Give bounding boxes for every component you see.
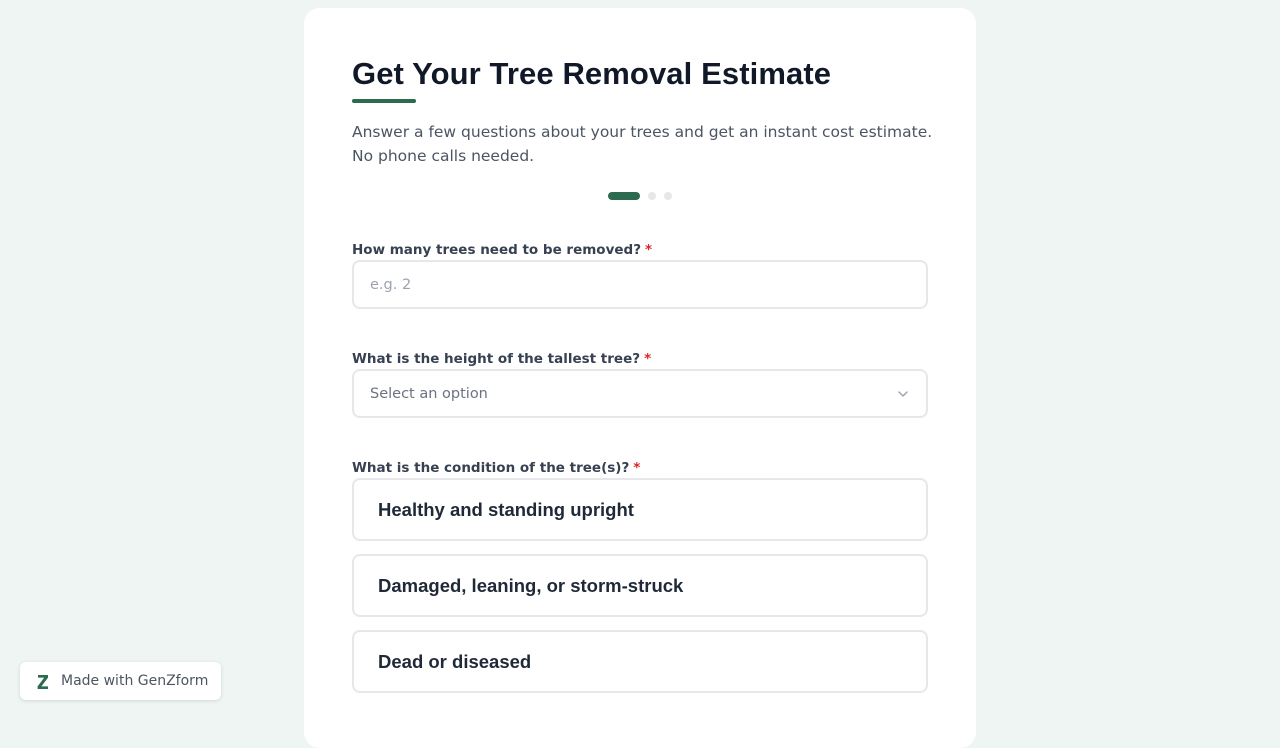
condition-option-damaged[interactable]: Damaged, leaning, or storm-struck <box>352 554 928 617</box>
condition-option-dead[interactable]: Dead or diseased <box>352 630 928 693</box>
trees-count-label-text: How many trees need to be removed? <box>352 242 642 258</box>
form-subtitle: Answer a few questions about your trees … <box>352 123 933 165</box>
made-with-genzform-badge[interactable]: Made with GenZform <box>20 662 221 700</box>
required-asterisk: * <box>645 242 653 258</box>
title-underline <box>352 99 416 103</box>
trees-count-label: How many trees need to be removed? * <box>352 240 652 260</box>
trees-count-input[interactable] <box>352 260 928 309</box>
required-asterisk: * <box>644 351 652 367</box>
badge-text: Made with GenZform <box>61 673 209 689</box>
tree-height-label-text: What is the height of the tallest tree? <box>352 351 641 367</box>
progress-step <box>664 192 672 200</box>
condition-option-label: Dead or diseased <box>378 650 532 672</box>
progress-step-active <box>608 192 640 200</box>
condition-option-label: Healthy and standing upright <box>378 498 634 520</box>
form-title: Get Your Tree Removal Estimate <box>352 56 832 91</box>
tree-condition-label-text: What is the condition of the tree(s)? <box>352 460 630 476</box>
condition-option-healthy[interactable]: Healthy and standing upright <box>352 478 928 541</box>
tree-height-select[interactable]: Select an option <box>352 369 928 418</box>
tree-height-label: What is the height of the tallest tree? * <box>352 349 651 369</box>
tree-condition-label: What is the condition of the tree(s)? * <box>352 458 640 478</box>
chevron-down-icon <box>898 390 908 397</box>
tree-height-select-value: Select an option <box>370 385 488 402</box>
step-progress-indicator <box>608 192 672 200</box>
condition-option-label: Damaged, leaning, or storm-struck <box>378 574 684 596</box>
genzform-logo-icon <box>37 675 48 689</box>
estimate-form-card: Get Your Tree Removal Estimate Answer a … <box>304 8 976 748</box>
progress-step <box>648 192 656 200</box>
required-asterisk: * <box>633 460 641 476</box>
